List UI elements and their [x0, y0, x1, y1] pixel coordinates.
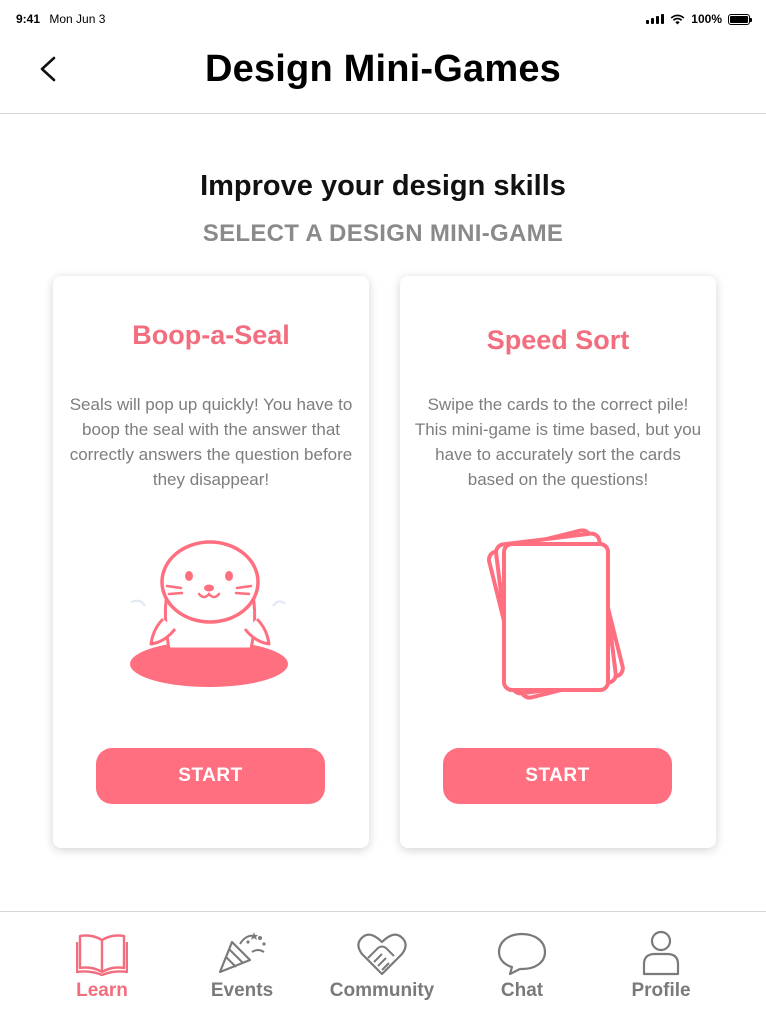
- game-card-speed-sort: Speed Sort Swipe the cards to the correc…: [400, 276, 716, 848]
- seal-icon: [53, 524, 369, 704]
- book-icon: [76, 934, 128, 976]
- wifi-icon: [670, 14, 685, 24]
- start-button-boop-a-seal[interactable]: START: [96, 748, 325, 804]
- start-button-speed-sort[interactable]: START: [443, 748, 672, 804]
- section-subheadline: SELECT A DESIGN MINI-GAME: [202, 220, 564, 247]
- tab-label: Chat: [500, 980, 544, 1001]
- game-title: Boop-a-Seal: [132, 320, 290, 350]
- tab-events[interactable]: Events: [182, 930, 302, 1010]
- page-title: Design Mini-Games: [204, 48, 562, 90]
- status-time: 9:41: [16, 12, 41, 26]
- status-bar: 9:41 Mon Jun 3 100%: [0, 0, 766, 40]
- game-description: Seals will pop up quickly! You have to b…: [69, 395, 353, 489]
- game-card-boop-a-seal: Boop-a-Seal Seals will pop up quickly! Y…: [53, 276, 369, 848]
- tab-label: Community: [329, 980, 435, 1001]
- handshake-heart-icon: [357, 933, 407, 976]
- tab-bar: Learn Events Community Chat Profile: [0, 911, 766, 1020]
- person-icon: [642, 930, 680, 976]
- tab-community[interactable]: Community: [322, 930, 442, 1010]
- section-headline: Improve your design skills: [200, 170, 566, 202]
- game-title: Speed Sort: [486, 325, 630, 355]
- tab-chat[interactable]: Chat: [462, 930, 582, 1010]
- tab-learn[interactable]: Learn: [42, 930, 162, 1010]
- party-popper-icon: [218, 932, 266, 974]
- chat-bubble-icon: [497, 932, 547, 976]
- tab-label: Learn: [76, 980, 128, 1001]
- nav-header: Design Mini-Games: [0, 40, 766, 114]
- battery-percent: 100%: [691, 12, 722, 26]
- tab-label: Events: [210, 980, 274, 1001]
- status-date: Mon Jun 3: [49, 12, 106, 26]
- cellular-signal-icon: [646, 14, 665, 24]
- cards-icon: [400, 524, 716, 704]
- tab-profile[interactable]: Profile: [601, 930, 721, 1010]
- tab-label: Profile: [631, 980, 691, 1001]
- game-description: Swipe the cards to the correct pile! Thi…: [414, 395, 702, 489]
- battery-icon: [728, 13, 752, 25]
